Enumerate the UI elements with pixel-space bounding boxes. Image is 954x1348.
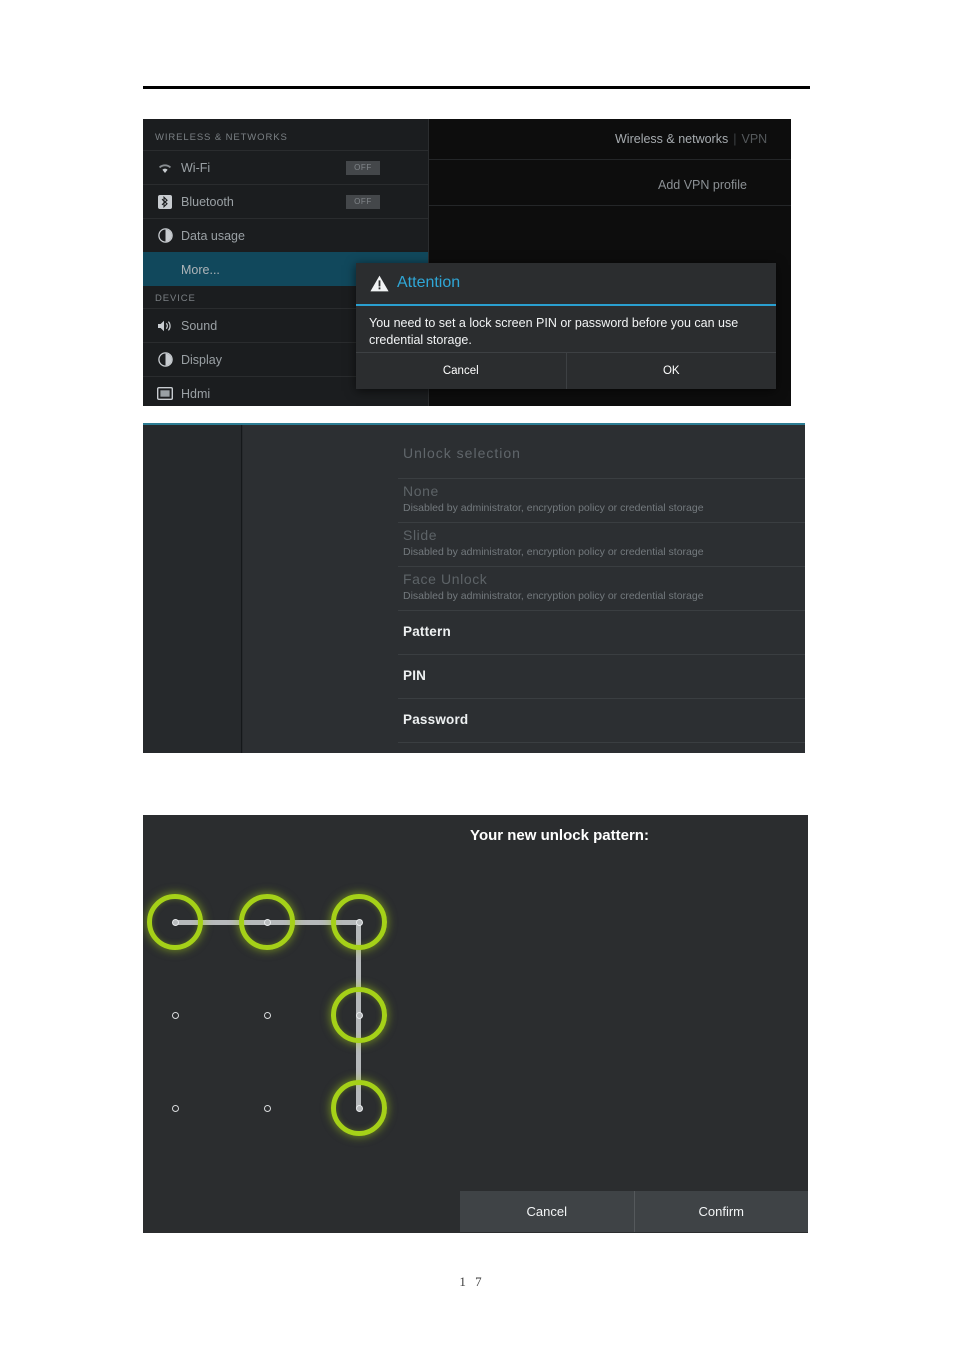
unlock-option-label: PIN bbox=[403, 668, 427, 683]
wifi-toggle[interactable]: OFF bbox=[346, 160, 380, 175]
wifi-icon bbox=[157, 160, 173, 176]
breadcrumb-parent[interactable]: Wireless & networks bbox=[615, 132, 728, 146]
bluetooth-icon bbox=[157, 194, 173, 210]
dialog-header: Attention bbox=[356, 263, 776, 306]
unlock-option-pattern[interactable]: Pattern bbox=[398, 610, 805, 654]
unlock-option-sublabel: Disabled by administrator, encryption po… bbox=[403, 546, 704, 558]
add-vpn-profile-item[interactable]: Add VPN profile bbox=[658, 178, 747, 192]
dialog-message: You need to set a lock screen PIN or pas… bbox=[369, 316, 739, 347]
unlock-option-none: None Disabled by administrator, encrypti… bbox=[398, 478, 805, 522]
sound-icon bbox=[157, 318, 173, 334]
hdmi-icon bbox=[157, 386, 173, 402]
dialog-title: Attention bbox=[397, 274, 461, 291]
dialog-cancel-button[interactable]: Cancel bbox=[356, 353, 566, 389]
sidebar-item-label: Wi-Fi bbox=[181, 160, 211, 175]
breadcrumb-separator: | bbox=[733, 132, 737, 146]
pattern-cancel-button[interactable]: Cancel bbox=[460, 1191, 634, 1232]
unlock-option-password[interactable]: Password bbox=[398, 698, 805, 742]
pattern-dot[interactable] bbox=[263, 1104, 271, 1112]
unlock-selection-title: Unlock selection bbox=[403, 445, 521, 461]
sidebar-item-data-usage[interactable]: Data usage bbox=[143, 218, 428, 252]
unlock-selection-sidebar bbox=[143, 425, 242, 753]
detail-rule-top bbox=[429, 159, 791, 160]
sidebar-item-wifi[interactable]: Wi-Fi OFF bbox=[143, 150, 428, 184]
detail-rule-bottom bbox=[429, 205, 791, 206]
unlock-option-sublabel: Disabled by administrator, encryption po… bbox=[403, 590, 704, 602]
header-rule bbox=[143, 86, 810, 89]
sidebar-item-label: Hdmi bbox=[181, 386, 211, 401]
unlock-option-sublabel: Disabled by administrator, encryption po… bbox=[403, 502, 704, 514]
unlock-option-pin[interactable]: PIN bbox=[398, 654, 805, 698]
sidebar-item-label: Data usage bbox=[181, 228, 245, 243]
pattern-dot[interactable] bbox=[355, 918, 363, 926]
pattern-grid[interactable] bbox=[143, 815, 808, 1233]
section-heading-wireless: WIRELESS & NETWORKS bbox=[155, 132, 288, 143]
pattern-dot[interactable] bbox=[355, 1011, 363, 1019]
unlock-option-label: None bbox=[403, 483, 439, 499]
attention-dialog: Attention You need to set a lock screen … bbox=[356, 263, 776, 389]
pattern-dot[interactable] bbox=[171, 1011, 179, 1019]
data-usage-icon bbox=[157, 228, 173, 244]
pattern-button-bar: Cancel Confirm bbox=[460, 1191, 808, 1232]
breadcrumb: Wireless & networks | VPN bbox=[615, 132, 767, 146]
pattern-confirm-button[interactable]: Confirm bbox=[633, 1191, 809, 1232]
pattern-dot[interactable] bbox=[263, 918, 271, 926]
pattern-dot[interactable] bbox=[263, 1011, 271, 1019]
pattern-dot[interactable] bbox=[171, 918, 179, 926]
sidebar-item-label: Bluetooth bbox=[181, 194, 234, 209]
breadcrumb-current: VPN bbox=[741, 132, 768, 146]
unlock-selection-list: Unlock selection None Disabled by admini… bbox=[243, 425, 805, 753]
bluetooth-toggle[interactable]: OFF bbox=[346, 194, 380, 209]
unlock-option-label: Face Unlock bbox=[403, 571, 488, 587]
unlock-option-face-unlock: Face Unlock Disabled by administrator, e… bbox=[398, 566, 805, 610]
settings-screenshot-panel: WIRELESS & NETWORKS Wi-Fi OFF Bluetooth … bbox=[143, 119, 791, 406]
display-icon bbox=[157, 352, 173, 368]
sidebar-item-label: More... bbox=[181, 262, 220, 277]
unlock-selection-panel: Unlock selection None Disabled by admini… bbox=[143, 423, 805, 753]
unlock-option-label: Slide bbox=[403, 527, 438, 543]
sidebar-item-label: Display bbox=[181, 352, 222, 367]
document-page: WIRELESS & NETWORKS Wi-Fi OFF Bluetooth … bbox=[0, 0, 954, 1348]
unlock-option-label: Password bbox=[403, 712, 469, 727]
dialog-ok-button[interactable]: OK bbox=[565, 353, 776, 389]
sidebar-item-label: Sound bbox=[181, 318, 218, 333]
page-number: 1 7 bbox=[459, 1274, 485, 1289]
dialog-button-row: Cancel OK bbox=[356, 352, 776, 389]
sidebar-item-bluetooth[interactable]: Bluetooth OFF bbox=[143, 184, 428, 218]
warning-triangle-icon bbox=[370, 275, 389, 292]
section-heading-device: DEVICE bbox=[155, 293, 196, 304]
pattern-dot[interactable] bbox=[171, 1104, 179, 1112]
unlock-pattern-panel: Your new unlock pattern: Cancel Confirm bbox=[143, 815, 808, 1233]
unlock-list-bottom-rule bbox=[398, 742, 805, 743]
pattern-dot[interactable] bbox=[355, 1104, 363, 1112]
unlock-option-slide: Slide Disabled by administrator, encrypt… bbox=[398, 522, 805, 566]
unlock-option-label: Pattern bbox=[403, 624, 451, 639]
